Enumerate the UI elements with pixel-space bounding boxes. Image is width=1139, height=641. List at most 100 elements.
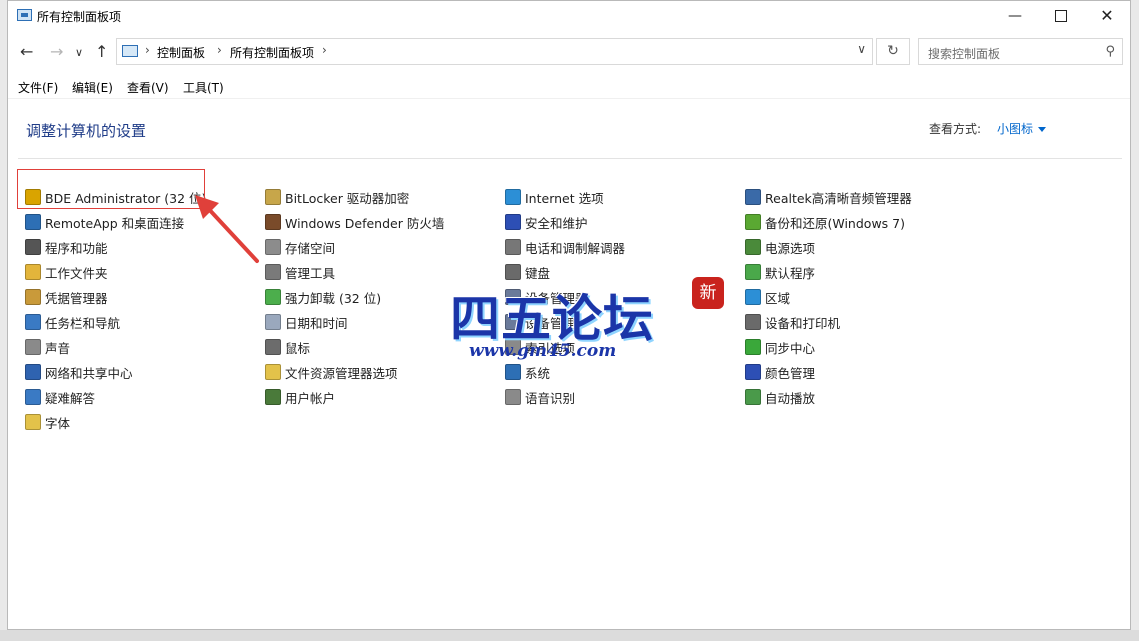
control-panel-item-label: 鼠标: [285, 341, 311, 356]
view-by-dropdown[interactable]: 小图标: [997, 120, 1047, 137]
title-bar: 所有控制面板项 — ✕: [8, 1, 1130, 31]
programs-icon: [25, 239, 41, 255]
control-panel-item-label: 工作文件夹: [45, 266, 108, 281]
sync-icon: [745, 339, 761, 355]
control-panel-item-label: RemoteApp 和桌面连接: [45, 216, 185, 231]
recent-locations-button[interactable]: ∨: [75, 46, 83, 59]
menu-view[interactable]: 查看(V): [127, 79, 169, 96]
control-panel-item-label: 设备和打印机: [765, 316, 841, 331]
remoteapp-icon: [25, 214, 41, 230]
storage-icon: [265, 239, 281, 255]
chevron-down-icon[interactable]: ∨: [857, 42, 866, 56]
control-panel-item-label: 自动播放: [765, 391, 816, 406]
power-icon: [745, 239, 761, 255]
control-panel-item-label: 安全和维护: [525, 216, 588, 231]
region-icon: [745, 289, 761, 305]
arrow-annotation: [195, 195, 259, 263]
internet-icon: [505, 189, 521, 205]
datetime-icon: [265, 314, 281, 330]
highlight-annotation-box: [17, 169, 205, 209]
control-panel-item-label: 存储空间: [285, 241, 336, 256]
forward-button[interactable]: →: [50, 42, 63, 61]
address-bar[interactable]: › 控制面板 › 所有控制面板项 › ∨: [116, 38, 873, 65]
control-panel-item-label: 文件资源管理器选项: [285, 366, 398, 381]
admin-tools-icon: [265, 264, 281, 280]
background-window-strip: [0, 630, 1139, 641]
control-panel-item-label: 颜色管理: [765, 366, 816, 381]
view-by-label: 查看方式:: [929, 122, 982, 136]
view-by-value: 小图标: [997, 122, 1034, 136]
control-panel-item-label: 备份和还原(Windows 7): [765, 216, 905, 231]
watermark-stamp: 新: [692, 277, 724, 309]
up-button[interactable]: ↑: [95, 42, 108, 61]
network-icon: [25, 364, 41, 380]
control-panel-item-label: BitLocker 驱动器加密: [285, 191, 410, 206]
chevron-right-icon[interactable]: ›: [145, 43, 150, 57]
search-input[interactable]: 搜索控制面板 ⚲: [918, 38, 1123, 65]
fonts-icon: [25, 414, 41, 430]
control-panel-item-label: Realtek高清晰音频管理器: [765, 191, 912, 206]
caret-down-icon: [1038, 127, 1047, 132]
close-button[interactable]: ✕: [1084, 1, 1130, 31]
control-panel-item-label: 区域: [765, 291, 791, 306]
watermark-url: www.gm45.com: [469, 341, 617, 361]
control-panel-item-label: 网络和共享中心: [45, 366, 133, 381]
control-panel-item-label: Windows Defender 防火墙: [285, 216, 445, 231]
menu-tools[interactable]: 工具(T): [183, 79, 224, 96]
control-panel-icon: [17, 9, 32, 21]
control-panel-item-label: 凭据管理器: [45, 291, 108, 306]
control-panel-item-label: 管理工具: [285, 266, 336, 281]
control-panel-item-label: 电源选项: [765, 241, 816, 256]
security-icon: [505, 214, 521, 230]
forum-watermark: 四五论坛 www.gm45.com 新: [444, 273, 734, 373]
search-placeholder: 搜索控制面板: [928, 47, 1001, 61]
taskbar-icon: [25, 314, 41, 330]
control-panel-item-label: 疑难解答: [45, 391, 96, 406]
maximize-icon: [1055, 10, 1067, 22]
control-panel-item-label: 默认程序: [765, 266, 816, 281]
control-panel-item-label: 同步中心: [765, 341, 816, 356]
control-panel-item-label: 用户帐户: [285, 391, 336, 406]
mouse-icon: [265, 339, 281, 355]
backup-icon: [745, 214, 761, 230]
refresh-button[interactable]: ↻: [876, 38, 910, 65]
explorer-options-icon: [265, 364, 281, 380]
control-panel-item-label: 任务栏和导航: [45, 316, 121, 331]
minimize-button[interactable]: —: [992, 1, 1038, 31]
autoplay-icon: [745, 389, 761, 405]
troubleshoot-icon: [25, 389, 41, 405]
control-panel-item-label: 强力卸载 (32 位): [285, 291, 382, 306]
control-panel-item-label: 声音: [45, 341, 71, 356]
realtek-icon: [745, 189, 761, 205]
chevron-right-icon[interactable]: ›: [217, 43, 222, 57]
uninstall-icon: [265, 289, 281, 305]
chevron-right-icon[interactable]: ›: [322, 43, 327, 57]
breadcrumb-all-items[interactable]: 所有控制面板项: [230, 44, 314, 61]
control-panel-item-label: 字体: [45, 416, 71, 431]
phone-modem-icon: [505, 239, 521, 255]
divider: [18, 158, 1122, 159]
control-panel-item-label: 电话和调制解调器: [525, 241, 626, 256]
firewall-icon: [265, 214, 281, 230]
back-button[interactable]: ←: [20, 42, 33, 61]
color-mgmt-icon: [745, 364, 761, 380]
control-panel-window: 所有控制面板项 — ✕ ← → ∨ ↑ › 控制面板 › 所有控制面板项 › ∨…: [7, 0, 1131, 630]
menu-edit[interactable]: 编辑(E): [72, 79, 113, 96]
speech-icon: [505, 389, 521, 405]
maximize-button[interactable]: [1038, 1, 1084, 31]
bitlocker-icon: [265, 189, 281, 205]
sound-icon: [25, 339, 41, 355]
user-accounts-icon: [265, 389, 281, 405]
control-panel-item-label: Internet 选项: [525, 191, 604, 206]
control-panel-item-label: 程序和功能: [45, 241, 108, 256]
search-icon: ⚲: [1105, 44, 1115, 59]
page-title: 调整计算机的设置: [26, 122, 147, 140]
breadcrumb-control-panel[interactable]: 控制面板: [157, 44, 205, 61]
control-panel-icon: [122, 45, 138, 57]
default-programs-icon: [745, 264, 761, 280]
menu-file[interactable]: 文件(F): [18, 79, 58, 96]
work-folders-icon: [25, 264, 41, 280]
control-panel-item-label: 日期和时间: [285, 316, 348, 331]
printers-icon: [745, 314, 761, 330]
window-title: 所有控制面板项: [37, 10, 122, 24]
